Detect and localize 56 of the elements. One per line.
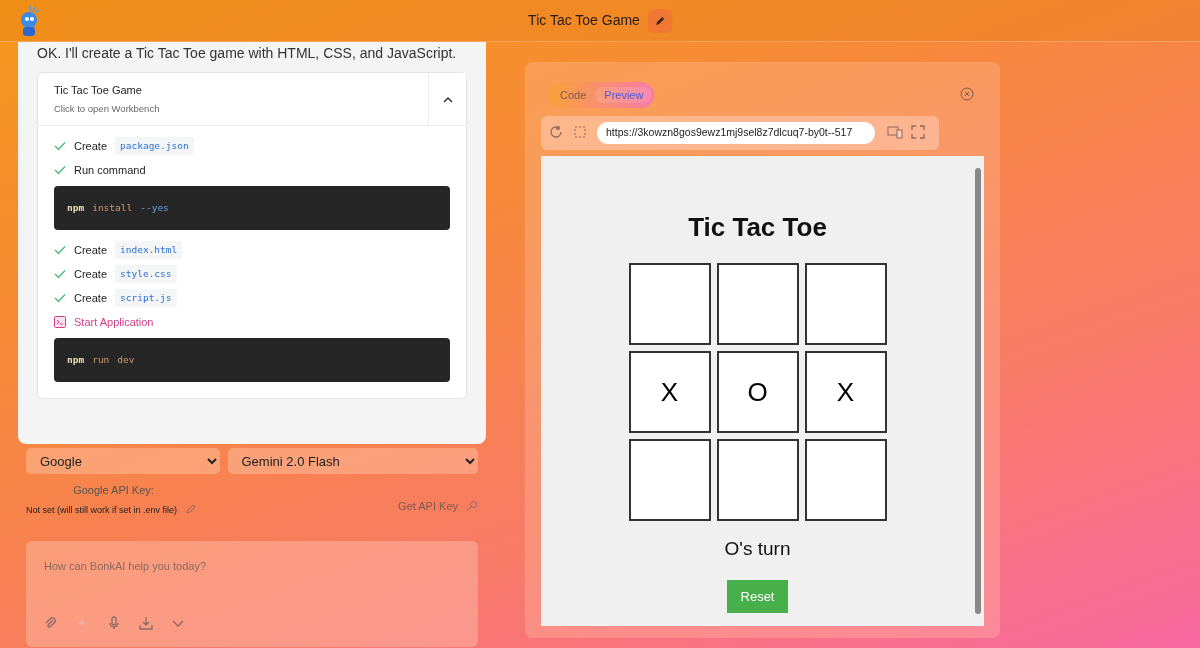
api-key-label: Google API Key: (72, 483, 155, 498)
game-title: Tic Tac Toe (688, 211, 827, 244)
microphone-icon (106, 614, 122, 631)
workbench-card-header[interactable]: Tic Tac Toe Game Click to open Workbench (38, 73, 428, 125)
device-button[interactable] (887, 125, 903, 141)
expand-icon (911, 125, 925, 139)
turn-status: O's turn (724, 537, 791, 561)
select-element-button[interactable] (573, 125, 589, 141)
checkmark-icon (54, 165, 66, 175)
dashed-square-icon (573, 125, 587, 139)
file-name: script.js (115, 288, 177, 308)
devices-icon (887, 125, 903, 139)
file-name: package.json (115, 136, 194, 156)
checkmark-icon (54, 293, 66, 303)
board-cell[interactable]: X (628, 351, 711, 433)
action-label: Start Application (74, 314, 154, 330)
file-name: style.css (115, 264, 177, 284)
download-button[interactable] (138, 614, 154, 631)
command-block: npm install --yes (54, 186, 450, 230)
close-icon (960, 87, 974, 101)
prompt-input[interactable]: How can BonkAI help you today? (42, 556, 462, 575)
action-label: Create (74, 266, 108, 282)
key-icon (466, 500, 478, 513)
action-label: Create (74, 138, 108, 154)
board-cell[interactable]: X (804, 351, 887, 433)
action-label: Create (74, 242, 108, 258)
close-button[interactable] (960, 87, 976, 103)
artifact-title: Tic Tac Toe Game (54, 82, 143, 98)
microphone-button[interactable] (106, 614, 122, 631)
board-cell[interactable] (716, 439, 799, 521)
terminal-icon (54, 316, 66, 328)
action-label: Run command (74, 162, 146, 178)
board-cell[interactable] (628, 263, 711, 345)
reload-button[interactable] (549, 125, 565, 141)
fullscreen-button[interactable] (911, 125, 927, 141)
chat-title: Tic Tac Toe Game (528, 11, 640, 30)
api-key-status: Not set (will still work if set in .env file) (26, 503, 178, 517)
url-field[interactable]: https://3kowzn8gos9ewz1mj9sel8z7dlcuq7-by0t--517 (597, 122, 875, 144)
board-cell[interactable] (716, 263, 799, 345)
download-icon (138, 614, 154, 631)
board-cell[interactable] (628, 439, 711, 521)
checkmark-icon (54, 245, 66, 255)
board-cell[interactable] (804, 439, 887, 521)
pencil-icon (185, 502, 198, 515)
edit-title-button[interactable] (647, 8, 672, 33)
board-cell[interactable]: O (716, 351, 799, 433)
command-block: npm run dev (54, 338, 450, 382)
action-label: Create (74, 290, 108, 306)
pencil-icon (653, 14, 666, 27)
file-name: index.html (115, 240, 183, 260)
board-cell[interactable] (804, 263, 887, 345)
checkmark-icon (54, 269, 66, 279)
assistant-message: OK. I'll create a Tic Tac Toe game with HTML, CSS, and JavaScript. (37, 44, 458, 62)
reload-icon (549, 125, 563, 139)
artifact-subtitle: Click to open Workbench (54, 102, 161, 117)
checkmark-icon (54, 141, 66, 151)
